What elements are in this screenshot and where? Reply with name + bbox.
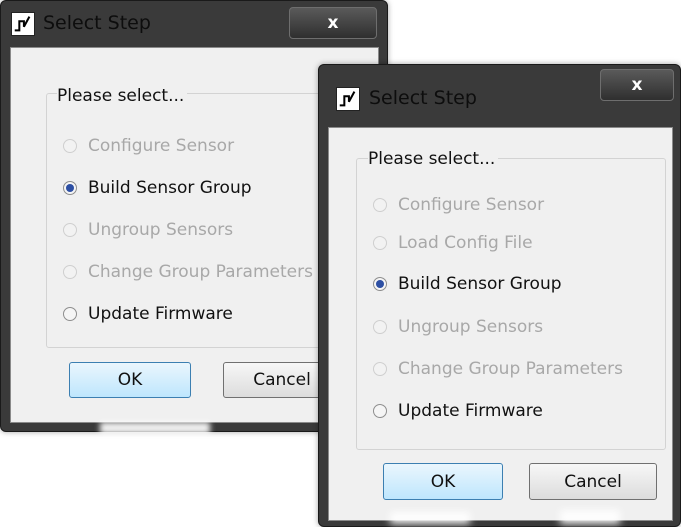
option-change-group-parameters: Change Group Parameters <box>63 262 313 282</box>
option-label: Change Group Parameters <box>88 262 313 282</box>
option-label: Ungroup Sensors <box>88 220 234 240</box>
option-label: Update Firmware <box>88 304 233 324</box>
option-label: Update Firmware <box>398 401 543 421</box>
radio-configure-sensor <box>63 139 77 153</box>
option-ungroup-sensors: Ungroup Sensors <box>373 317 543 337</box>
radio-ungroup-sensors <box>373 320 387 334</box>
radio-load-config-file <box>373 236 387 250</box>
option-label: Build Sensor Group <box>398 274 562 294</box>
app-icon <box>11 12 35 36</box>
option-build-sensor-group[interactable]: Build Sensor Group <box>373 274 562 294</box>
select-step-dialog-front: Select Step x Please select... Configure… <box>318 64 681 527</box>
glare-reflection <box>390 512 470 524</box>
close-icon: x <box>327 13 339 33</box>
option-update-firmware[interactable]: Update Firmware <box>63 304 233 324</box>
close-button[interactable]: x <box>289 7 377 39</box>
radio-configure-sensor <box>373 198 387 212</box>
radio-build-sensor-group[interactable] <box>63 181 77 195</box>
option-label: Configure Sensor <box>88 136 235 156</box>
radio-change-group-parameters <box>373 362 387 376</box>
dialog-body: Please select... Configure Sensor Load C… <box>328 127 673 521</box>
radio-change-group-parameters <box>63 265 77 279</box>
ok-button[interactable]: OK <box>383 463 503 500</box>
option-configure-sensor: Configure Sensor <box>373 195 544 215</box>
option-update-firmware[interactable]: Update Firmware <box>373 401 543 421</box>
radio-ungroup-sensors <box>63 223 77 237</box>
close-icon: x <box>631 75 643 95</box>
window-title: Select Step <box>369 87 477 109</box>
option-label: Configure Sensor <box>398 195 545 215</box>
option-label: Load Config File <box>398 233 533 253</box>
option-ungroup-sensors: Ungroup Sensors <box>63 220 233 240</box>
option-load-config-file: Load Config File <box>373 233 533 253</box>
title-bar[interactable]: Select Step x <box>1 1 387 47</box>
option-label: Build Sensor Group <box>88 178 252 198</box>
radio-update-firmware[interactable] <box>373 404 387 418</box>
group-title: Please select... <box>368 149 499 169</box>
group-title: Please select... <box>57 86 188 106</box>
glare-reflection <box>560 510 620 524</box>
title-bar[interactable]: Select Step x <box>319 65 680 111</box>
radio-build-sensor-group[interactable] <box>373 277 387 291</box>
glare-reflection <box>100 422 210 434</box>
window-title: Select Step <box>43 12 151 34</box>
option-label: Change Group Parameters <box>398 359 623 379</box>
cancel-button[interactable]: Cancel <box>529 463 657 500</box>
option-label: Ungroup Sensors <box>398 317 544 337</box>
option-build-sensor-group[interactable]: Build Sensor Group <box>63 178 252 198</box>
app-icon <box>336 87 360 111</box>
ok-button[interactable]: OK <box>69 362 191 398</box>
option-change-group-parameters: Change Group Parameters <box>373 359 623 379</box>
radio-update-firmware[interactable] <box>63 307 77 321</box>
option-configure-sensor: Configure Sensor <box>63 136 234 156</box>
close-button[interactable]: x <box>600 69 674 101</box>
